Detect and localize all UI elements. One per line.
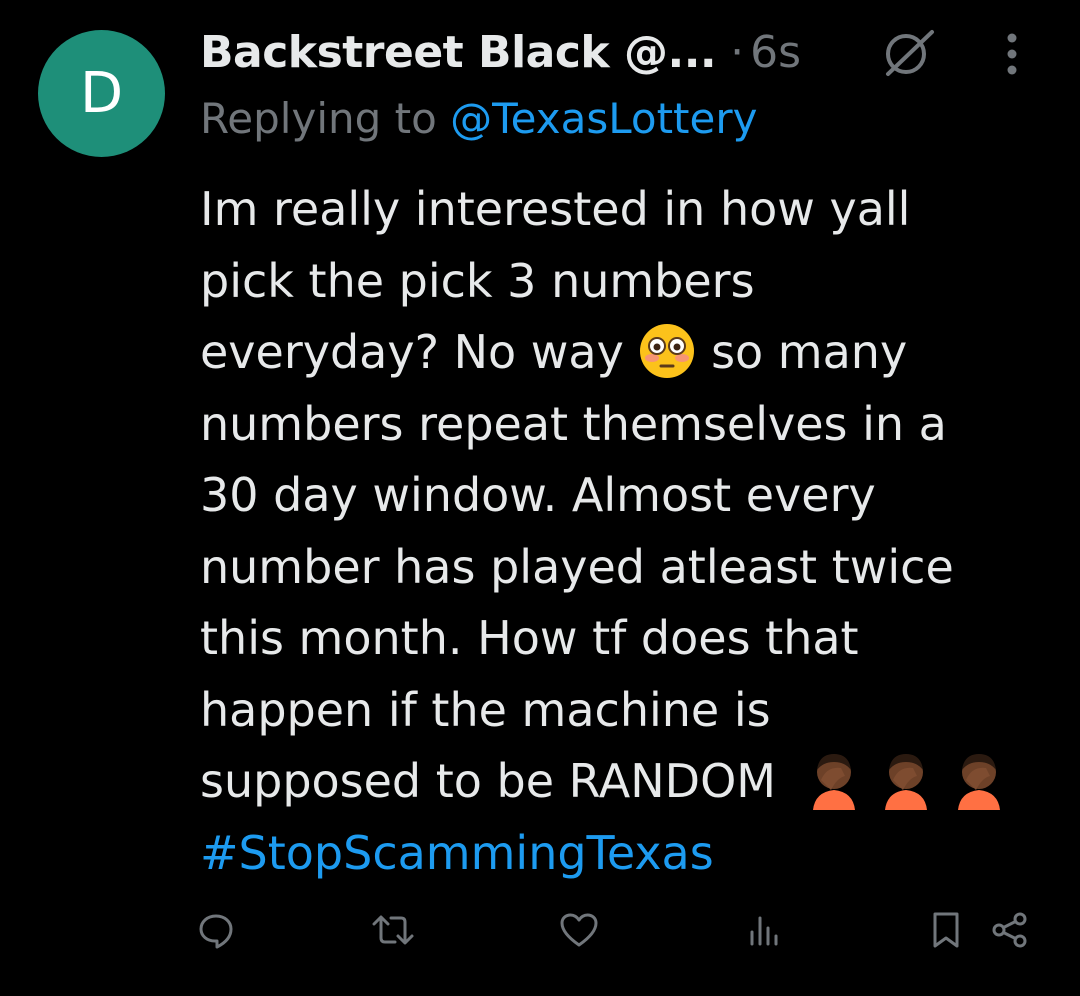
hashtag-link[interactable]: #StopScammingTexas: [200, 818, 1060, 890]
facepalm-icon: [807, 750, 861, 810]
replying-to: Replying to @TexasLottery: [200, 94, 758, 143]
action-bar: [0, 910, 1080, 960]
tweet-line: numbers repeat themselves in a: [200, 396, 947, 451]
tweet-meta: · 6s: [730, 27, 801, 78]
share-icon[interactable]: [990, 910, 1030, 950]
facepalm-icon: [879, 750, 933, 810]
tweet-text: so many: [711, 325, 908, 379]
flushed-face-icon: [638, 322, 696, 380]
tweet-text: supposed to be RANDOM: [200, 754, 776, 808]
tweet-line: number has played atleast twice: [200, 539, 954, 594]
tweet-line: happen if the machine is: [200, 682, 771, 737]
reply-icon[interactable]: [196, 910, 236, 950]
timestamp[interactable]: 6s: [750, 27, 801, 78]
avatar-letter: D: [79, 60, 124, 126]
tweet-body: Im really interested in how yall pick th…: [200, 174, 1060, 889]
tweet-text: everyday? No way: [200, 325, 624, 379]
avatar[interactable]: D: [38, 30, 165, 157]
tweet-line: everyday? No way so many: [200, 317, 1060, 389]
views-icon[interactable]: [746, 910, 782, 950]
tweet-line: supposed to be RANDOM: [200, 746, 1060, 818]
tweet-line: this month. How tf does that: [200, 611, 859, 665]
tweet-line: pick the pick 3 numbers: [200, 253, 755, 308]
bookmark-icon[interactable]: [930, 910, 962, 950]
replying-to-handle[interactable]: @TexasLottery: [450, 94, 757, 143]
tweet-line: Im really interested in how yall: [200, 182, 911, 236]
display-name[interactable]: Backstreet Black @...: [200, 27, 717, 78]
tweet-line: 30 day window. Almost every: [200, 468, 876, 522]
retweet-icon[interactable]: [370, 910, 416, 950]
circle-slash-icon: [880, 28, 940, 78]
more-options-icon[interactable]: [1004, 32, 1020, 76]
separator: ·: [730, 26, 745, 78]
replying-to-label: Replying to: [200, 94, 451, 143]
tweet-header: Backstreet Black @... · 6s: [200, 24, 1050, 80]
facepalm-icon: [952, 750, 1006, 810]
like-icon[interactable]: [558, 910, 600, 950]
